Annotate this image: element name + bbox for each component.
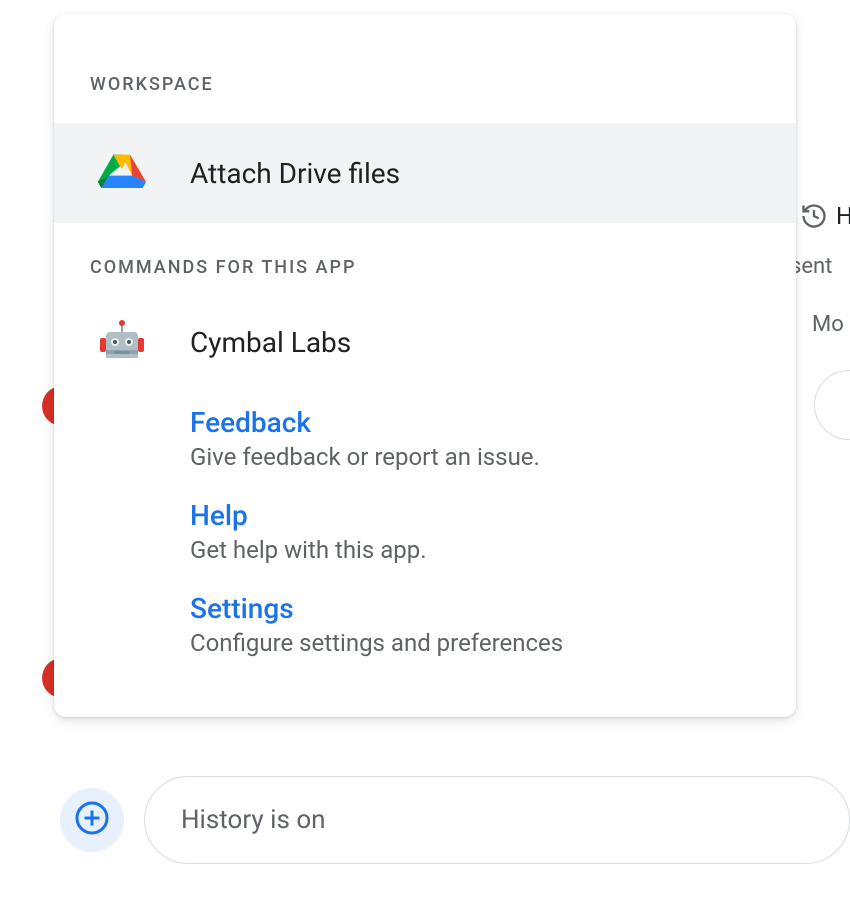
bg-text: Mo (812, 312, 844, 337)
app-name-label: Cymbal Labs (190, 326, 351, 359)
robot-icon (98, 318, 146, 366)
command-list: Feedback Give feedback or report an issu… (54, 406, 796, 657)
history-icon (800, 202, 828, 234)
workspace-section-header: WORKSPACE (54, 14, 796, 123)
attach-drive-label: Attach Drive files (190, 157, 400, 190)
command-title: Settings (190, 592, 760, 625)
command-desc: Give feedback or report an issue. (190, 443, 760, 471)
app-header-row: Cymbal Labs (54, 306, 796, 378)
command-desc: Get help with this app. (190, 536, 760, 564)
slash-command-popup: WORKSPACE Attac (54, 14, 796, 717)
command-title: Feedback (190, 406, 760, 439)
composer-bar: History is on (60, 776, 850, 864)
commands-section-header: COMMANDS FOR THIS APP (54, 223, 796, 306)
command-help[interactable]: Help Get help with this app. (190, 499, 760, 564)
command-feedback[interactable]: Feedback Give feedback or report an issu… (190, 406, 760, 471)
bg-text: H (836, 202, 850, 230)
message-input[interactable]: History is on (144, 776, 850, 864)
google-drive-icon (98, 151, 146, 195)
command-title: Help (190, 499, 760, 532)
command-settings[interactable]: Settings Configure settings and preferen… (190, 592, 760, 657)
bg-text: sent (790, 254, 832, 279)
history-status-label: History is on (181, 805, 326, 835)
pill-edge (814, 370, 850, 440)
command-desc: Configure settings and preferences (190, 629, 760, 657)
plus-circle-icon (74, 800, 110, 840)
attach-drive-files-item[interactable]: Attach Drive files (54, 123, 796, 223)
add-button[interactable] (60, 788, 124, 852)
